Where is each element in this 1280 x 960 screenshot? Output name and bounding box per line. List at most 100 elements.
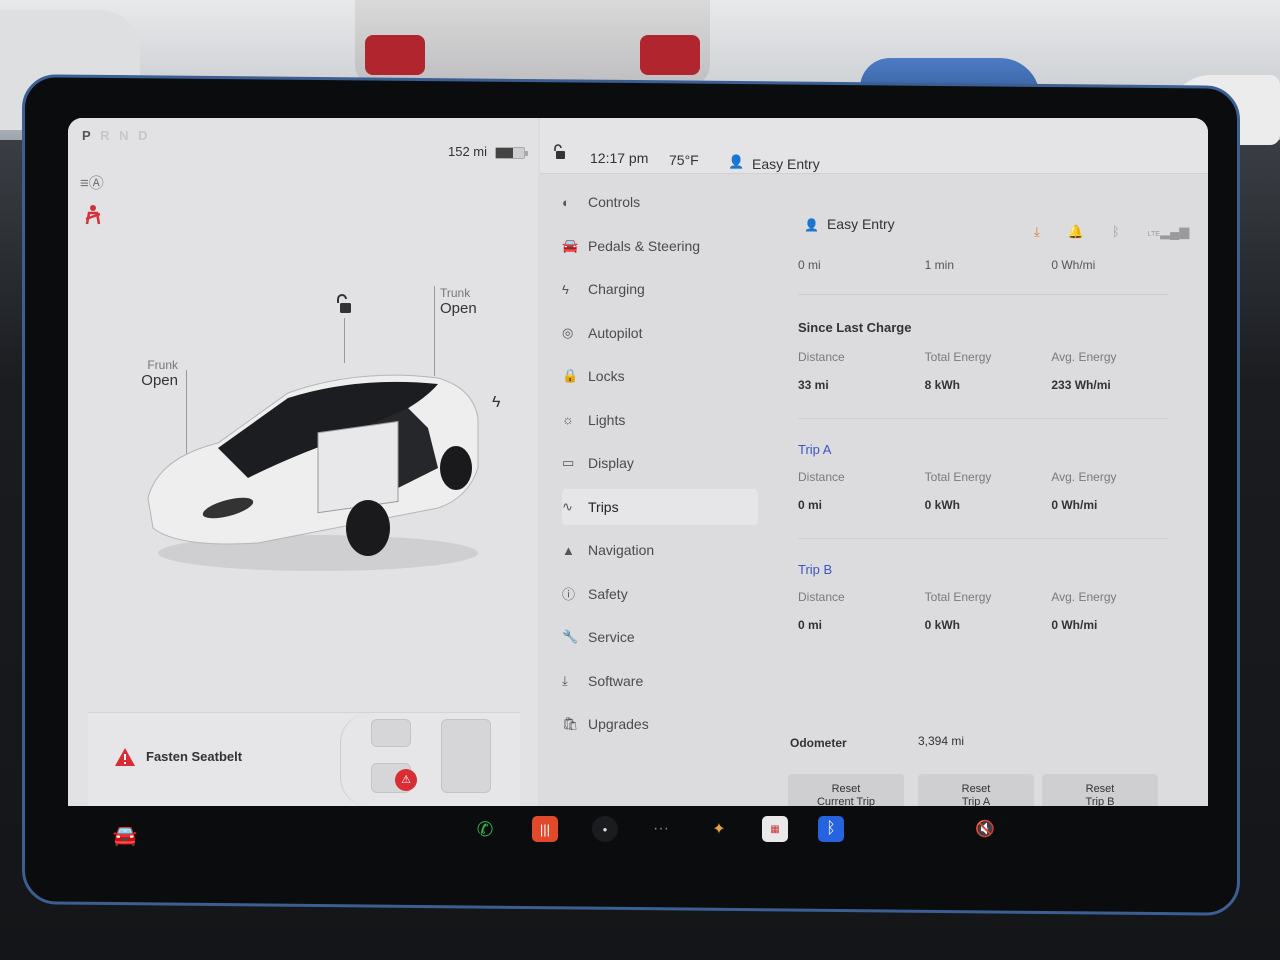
trip-a-labels: Distance Total Energy Avg. Energy [798, 470, 1178, 484]
reset-trip-b-label: Reset Trip B [1085, 783, 1115, 806]
menu-item-label: Display [588, 455, 634, 471]
lights-icon: ☼ [562, 412, 574, 427]
menu-item-label: Pedals & Steering [588, 237, 701, 254]
menu-item-upgrades[interactable]: 🛍 Upgrades [562, 706, 758, 742]
battery-nub [525, 151, 528, 156]
seat-front-left [371, 719, 411, 747]
menu-item-label: Safety [588, 585, 628, 602]
menu-item-autopilot[interactable]: ◎ Autopilot [562, 315, 758, 351]
navigation-icon: ▲ [562, 542, 575, 558]
unlocked-icon[interactable] [552, 144, 566, 163]
phone-icon[interactable]: ✆ [472, 816, 498, 842]
warning-triangle-icon [115, 748, 135, 766]
label-distance: Distance [798, 590, 845, 604]
trunk-label: Trunk [440, 286, 471, 300]
seat-map: ⚠ [340, 713, 520, 806]
touchscreen: P R N D 152 mi ≡Ⓐ Frunk Open Trunk Open … [68, 118, 1208, 806]
value-distance: 33 mi [798, 378, 829, 392]
reset-current-trip-button[interactable]: Reset Current Trip [788, 774, 904, 806]
download-icon[interactable]: ⤓ [1034, 224, 1040, 240]
menu-item-safety[interactable]: ⓘ Safety [562, 576, 758, 612]
gear-n: N [119, 128, 132, 143]
menu-item-label: Trips [588, 498, 619, 515]
battery-icon [495, 147, 528, 159]
volume-muted-icon[interactable]: 🔇 [972, 816, 998, 842]
odometer-label: Odometer [790, 736, 847, 750]
value-avg-energy: 233 Wh/mi [1051, 378, 1111, 392]
menu-item-navigation[interactable]: ▲ Navigation [562, 532, 758, 568]
display-icon: ▭ [562, 455, 575, 470]
trunk-state: Open [440, 300, 477, 317]
charging-icon: ϟ [562, 281, 569, 297]
gear-d: D [138, 128, 151, 143]
bluetooth-icon[interactable]: ᛒ [1112, 224, 1120, 240]
label-avg-energy: Avg. Energy [1051, 590, 1117, 604]
pedals-steering-icon: 🚘 [562, 237, 579, 253]
current-distance: 0 mi [798, 258, 821, 272]
label-total-energy: Total Energy [924, 590, 992, 604]
reset-trip-b-button[interactable]: Reset Trip B [1042, 774, 1158, 806]
driver-profile[interactable]: Easy Entry [752, 156, 820, 172]
menu-item-label: Locks [588, 368, 625, 384]
menu-item-service[interactable]: 🔧 Service [562, 619, 758, 655]
car-icon[interactable]: 🚘 [112, 822, 138, 848]
seatbelt-alert-icon: ⚠ [395, 769, 417, 791]
profile-name: Easy Entry [826, 216, 895, 232]
value-avg-energy: 0 Wh/mi [1051, 498, 1098, 512]
menu-item-display[interactable]: ▭ Display [562, 445, 758, 481]
user-icon[interactable]: 👤 [728, 154, 744, 170]
label-distance: Distance [798, 350, 845, 364]
vehicle-panel: P R N D 152 mi ≡Ⓐ Frunk Open Trunk Open … [68, 118, 538, 806]
bell-icon[interactable]: 🔔 [1068, 224, 1084, 240]
menu-item-label: Lights [588, 411, 626, 428]
trip-b-title: Trip B [798, 562, 833, 577]
profile-header: 👤 Easy Entry [804, 216, 895, 232]
locks-icon: 🔒 [562, 368, 579, 383]
current-energy: 0 Wh/mi [1051, 258, 1096, 272]
menu-item-locks[interactable]: 🔒 Locks [562, 358, 758, 394]
value-total-energy: 0 kWh [924, 498, 961, 512]
gear-r: R [100, 128, 113, 143]
menu-item-charging[interactable]: ϟ Charging [562, 271, 758, 307]
menu-item-software[interactable]: ⤓ Software [562, 663, 758, 699]
trunk-control[interactable]: Trunk Open [440, 286, 477, 317]
menu-item-lights[interactable]: ☼ Lights [562, 402, 758, 438]
status-icons: ⤓ 🔔 ᛒ LTE▂▄▆ [1034, 224, 1189, 240]
vehicle-image [147, 374, 479, 571]
trips-icon: ∿ [562, 498, 573, 514]
menu-item-controls[interactable]: ◐ Controls [562, 184, 758, 220]
menu-item-pedals-steering[interactable]: 🚘 Pedals & Steering [562, 228, 758, 264]
lte-label: LTE [1147, 231, 1161, 238]
unlocked-icon[interactable] [334, 294, 352, 319]
camera-icon[interactable]: ● [592, 816, 618, 842]
label-avg-energy: Avg. Energy [1051, 350, 1117, 364]
value-total-energy: 0 kWh [924, 618, 961, 632]
gear-selector: P R N D [82, 128, 150, 143]
label-total-energy: Total Energy [924, 470, 992, 484]
since-last-charge-values: 33 mi 8 kWh 233 Wh/mi [798, 378, 1178, 392]
seatbelt-alert: Fasten Seatbelt ⚠ [88, 712, 520, 806]
divider [798, 538, 1168, 539]
reset-trip-a-label: Reset Trip A [961, 783, 991, 806]
current-trip-row: 0 mi 1 min 0 Wh/mi [798, 258, 1178, 272]
upgrades-icon: 🛍 [562, 716, 579, 731]
toybox-icon[interactable]: ✦ [706, 816, 732, 842]
trip-b-labels: Distance Total Energy Avg. Energy [798, 590, 1178, 604]
more-icon[interactable]: ··· [648, 816, 674, 842]
audio-icon[interactable]: ||| [532, 816, 558, 842]
app-dock: 🚘 ✆ ||| ● ··· ✦ ▦ ᛒ 🔇 [76, 806, 1208, 876]
menu-item-label: Charging [588, 281, 645, 297]
clock: 12:17 pm [590, 150, 649, 166]
menu-item-label: Software [588, 672, 644, 689]
reset-trip-a-button[interactable]: Reset Trip A [918, 774, 1034, 806]
outside-temperature: 75°F [669, 152, 699, 168]
bluetooth-icon[interactable]: ᛒ [818, 816, 844, 842]
since-last-charge-labels: Distance Total Energy Avg. Energy [798, 350, 1178, 364]
alert-text: Fasten Seatbelt [146, 749, 243, 764]
calendar-icon[interactable]: ▦ [762, 816, 788, 842]
seatbelt-warning-icon [82, 204, 104, 231]
menu-item-trips[interactable]: ∿ Trips [562, 488, 758, 525]
background-car [355, 0, 710, 85]
seat-rear [441, 719, 491, 793]
status-bar: 12:17 pm 75°F 👤 Easy Entry E Wyoming St … [540, 118, 1208, 191]
